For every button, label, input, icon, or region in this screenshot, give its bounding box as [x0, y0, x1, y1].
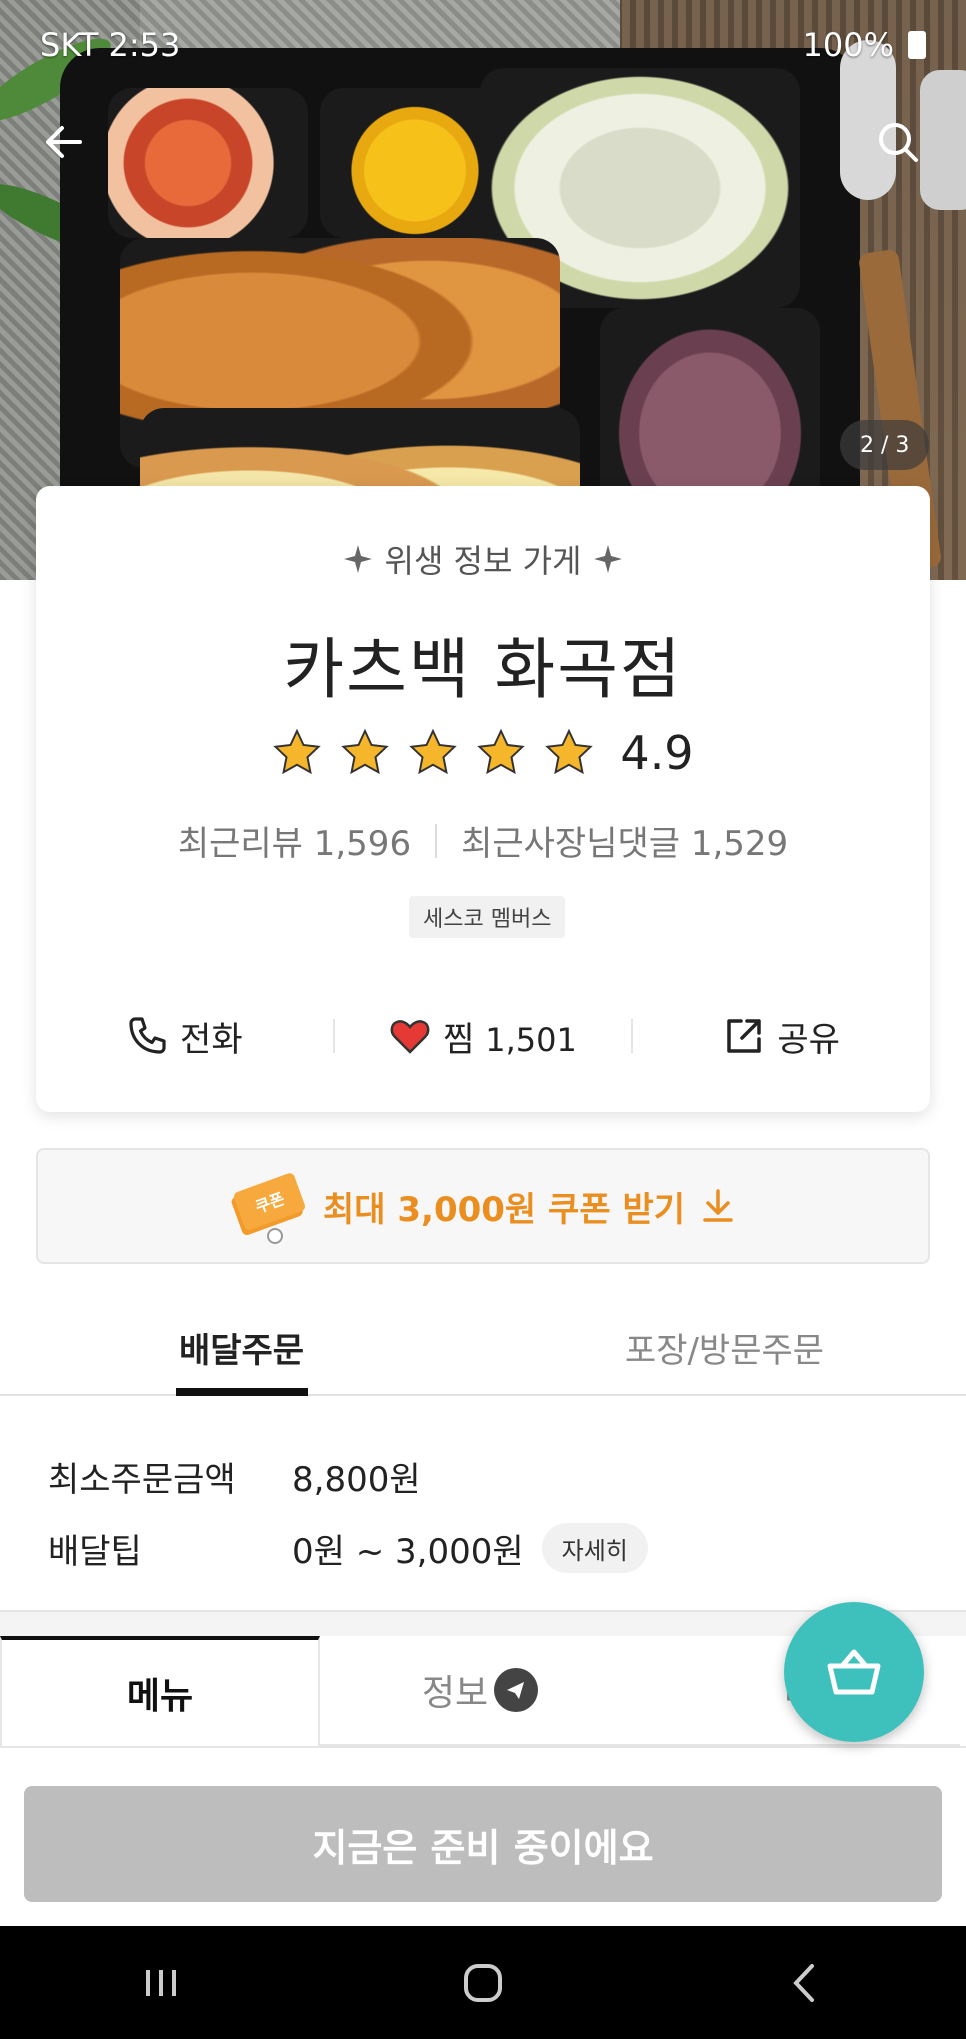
basket-icon	[827, 1649, 881, 1695]
delivery-tip-row: 배달팁 0원 ~ 3,000원 자세히	[48, 1512, 928, 1584]
share-button[interactable]: 공유	[633, 1012, 930, 1061]
back-button[interactable]	[32, 110, 96, 174]
search-button[interactable]	[866, 110, 930, 174]
store-actions: 전화 찜 1,501 공유	[36, 996, 930, 1076]
preparing-status-button[interactable]: 지금은 준비 중이에요	[24, 1786, 942, 1902]
recent-apps-icon[interactable]	[136, 1958, 186, 2008]
tip-detail-button[interactable]: 자세히	[541, 1523, 648, 1573]
arrow-left-icon	[46, 126, 82, 158]
order-type-tabs: 배달주문 포장/방문주문	[0, 1300, 966, 1396]
star-icon	[545, 728, 594, 775]
battery-percent: 100%	[802, 26, 894, 64]
phone-icon	[129, 1017, 166, 1054]
divider	[435, 823, 438, 858]
tab-pickup-order[interactable]: 포장/방문주문	[483, 1300, 966, 1394]
hygiene-label: 위생 정보 가게	[384, 542, 582, 580]
home-icon[interactable]	[458, 1958, 508, 2008]
back-nav-icon[interactable]	[780, 1958, 830, 2008]
call-button[interactable]: 전화	[36, 1012, 333, 1061]
min-order-label: 최소주문금액	[48, 1459, 236, 1500]
delivery-info: 최소주문금액 8,800원 배달팁 0원 ~ 3,000원 자세히	[48, 1440, 928, 1584]
download-icon	[703, 1189, 733, 1222]
tab-menu-label: 메뉴	[126, 1676, 194, 1717]
delivery-tip-label: 배달팁	[48, 1531, 142, 1572]
recent-reviews[interactable]: 최근리뷰 1,596	[178, 816, 411, 865]
tab-delivery-order[interactable]: 배달주문	[0, 1300, 483, 1396]
tab-menu[interactable]: 메뉴	[0, 1636, 320, 1746]
cart-button[interactable]	[784, 1602, 924, 1742]
star-icon	[409, 728, 458, 775]
store-card: 위생 정보 가게 카츠백 화곡점 4.9 최근리뷰 1,596 최근사장님댓글 …	[36, 486, 930, 1112]
status-bar: SKT 2:53 100%	[0, 0, 966, 90]
star-icon	[341, 728, 390, 775]
tab-delivery-label: 배달주문	[178, 1330, 305, 1371]
star-icon	[477, 728, 526, 775]
rating-row: 4.9	[36, 726, 930, 780]
share-label: 공유	[777, 1019, 840, 1060]
heart-icon	[390, 1020, 430, 1054]
share-icon	[727, 1019, 762, 1053]
like-label: 찜	[443, 1019, 475, 1060]
megaphone-icon	[494, 1668, 539, 1712]
coupon-ticket-icon: 쿠폰	[229, 1166, 309, 1246]
min-order-row: 최소주문금액 8,800원	[48, 1440, 928, 1512]
search-icon	[879, 123, 918, 162]
sparkle-icon	[594, 545, 623, 573]
sparkle-icon	[343, 545, 372, 573]
owner-replies[interactable]: 최근사장님댓글 1,529	[461, 816, 788, 865]
hygiene-info[interactable]: 위생 정보 가게	[36, 536, 930, 582]
like-button[interactable]: 찜 1,501	[335, 1012, 632, 1061]
coupon-label: 최대 3,000원 쿠폰 받기	[322, 1189, 685, 1230]
image-page-indicator: 2 / 3	[840, 420, 930, 470]
call-label: 전화	[180, 1019, 243, 1060]
tab-info-label: 정보	[421, 1673, 489, 1714]
store-name: 카츠백 화곡점	[283, 631, 683, 708]
delivery-tip-value: 0원 ~ 3,000원	[292, 1531, 524, 1572]
like-count: 1,501	[485, 1020, 577, 1059]
coupon-button[interactable]: 쿠폰 최대 3,000원 쿠폰 받기	[36, 1148, 930, 1264]
tab-info[interactable]: 정보	[320, 1636, 640, 1746]
star-icon	[273, 728, 322, 775]
rating-value: 4.9	[620, 726, 694, 780]
tab-pickup-label: 포장/방문주문	[624, 1330, 825, 1371]
battery-icon	[908, 31, 926, 59]
min-order-value: 8,800원	[292, 1459, 421, 1500]
review-counts[interactable]: 최근리뷰 1,596 최근사장님댓글 1,529	[36, 816, 930, 865]
system-nav-bar	[0, 1926, 966, 2039]
cesco-member-badge: 세스코 멤버스	[409, 896, 566, 938]
carrier-time: SKT 2:53	[40, 26, 181, 64]
